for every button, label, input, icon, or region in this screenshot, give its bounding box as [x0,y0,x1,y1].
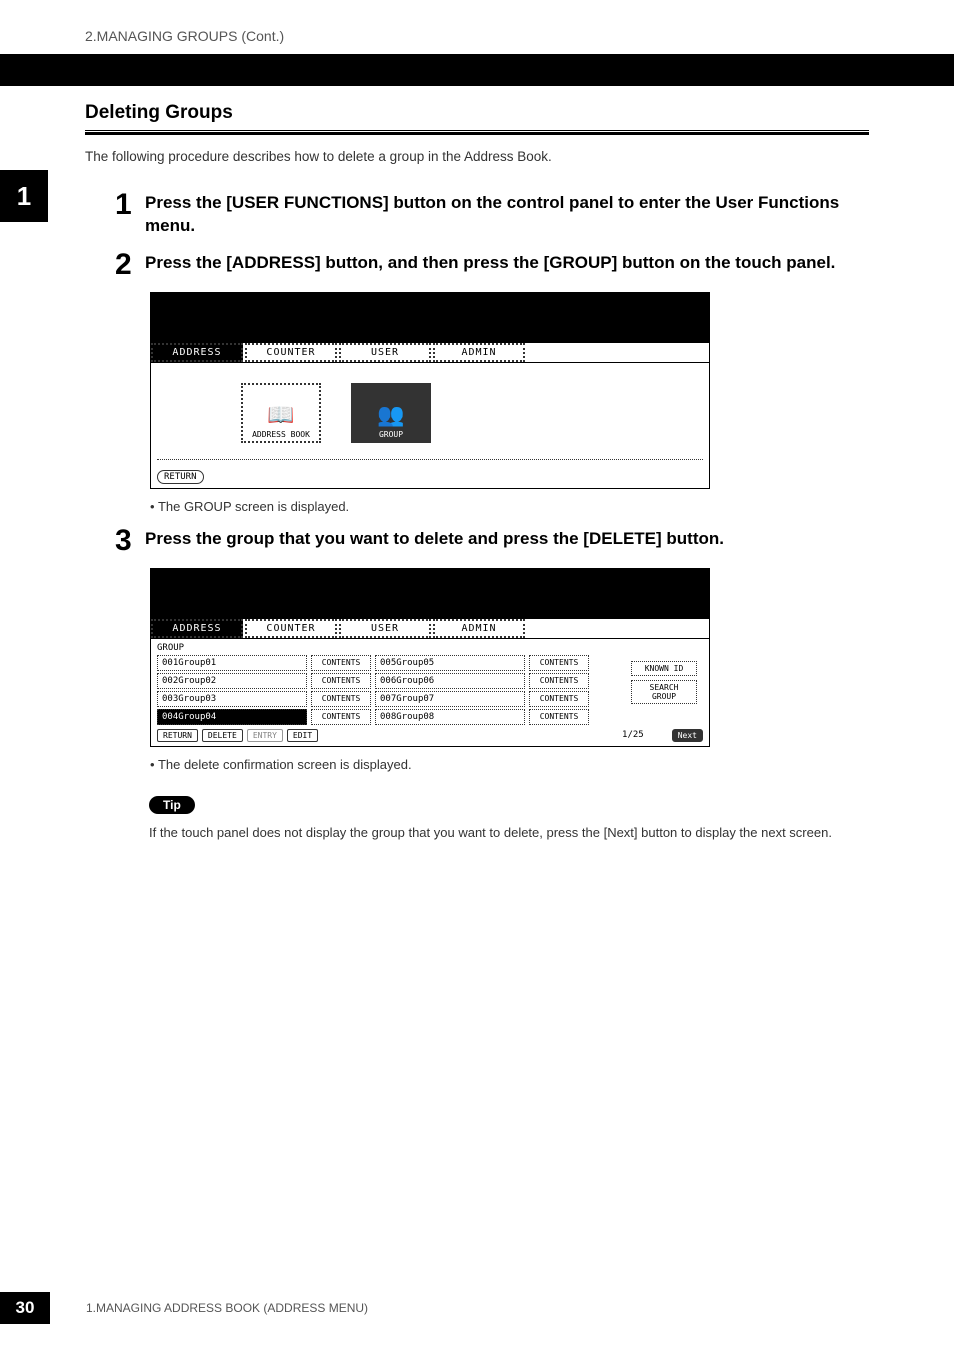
group-item-005[interactable]: 005Group05 [375,655,525,671]
contents-button[interactable]: CONTENTS [311,691,371,707]
known-id-button[interactable]: KNOWN ID [631,661,697,676]
section-title: Deleting Groups [85,102,869,124]
group-icon-button[interactable]: 👥 GROUP [351,383,431,443]
search-group-button[interactable]: SEARCH GROUP [631,680,697,704]
breadcrumb: 2.MANAGING GROUPS (Cont.) [85,28,869,44]
header-divider [0,54,954,86]
icon-label: ADDRESS BOOK [252,430,310,439]
page-indicator: 1/25 [622,730,644,740]
contents-button[interactable]: CONTENTS [311,673,371,689]
step-text: Press the [USER FUNCTIONS] button on the… [145,190,869,238]
step-number: 3 [115,526,135,556]
edit-button[interactable]: EDIT [287,729,318,742]
chapter-tab: 1 [0,170,48,222]
delete-button[interactable]: DELETE [202,729,243,742]
group-item-004-selected[interactable]: 004Group04 [157,709,307,725]
screenshot-header-black [151,293,709,343]
tab-address[interactable]: ADDRESS [151,619,243,638]
contents-button[interactable]: CONTENTS [529,691,589,707]
next-button[interactable]: Next [672,729,703,742]
tip-badge: Tip [149,796,195,814]
step-number: 1 [115,190,135,220]
group-item-003[interactable]: 003Group03 [157,691,307,707]
screenshot-address-group: ADDRESS COUNTER USER ADMIN 📖 ADDRESS BOO… [150,292,710,489]
step-2: 2 Press the [ADDRESS] button, and then p… [115,250,869,280]
screenshot-group-list: ADDRESS COUNTER USER ADMIN GROUP KNOWN I… [150,568,710,747]
contents-button[interactable]: CONTENTS [529,673,589,689]
contents-button[interactable]: CONTENTS [311,709,371,725]
page-number: 30 [0,1292,50,1324]
screenshot-header-black [151,569,709,619]
icon-label: GROUP [379,430,403,439]
contents-button[interactable]: CONTENTS [529,709,589,725]
step-3: 3 Press the group that you want to delet… [115,526,869,556]
group-item-008[interactable]: 008Group08 [375,709,525,725]
tab-counter[interactable]: COUNTER [245,343,337,362]
separator [157,459,703,460]
step-1: 1 Press the [USER FUNCTIONS] button on t… [115,190,869,238]
page-footer: 30 1.MANAGING ADDRESS BOOK (ADDRESS MENU… [0,1292,368,1324]
step-text: Press the [ADDRESS] button, and then pre… [145,250,835,275]
title-underline [85,130,869,135]
contents-button[interactable]: CONTENTS [529,655,589,671]
contents-button[interactable]: CONTENTS [311,655,371,671]
step-number: 2 [115,250,135,280]
tab-admin[interactable]: ADMIN [433,343,525,362]
intro-text: The following procedure describes how to… [85,149,869,164]
tip-text: If the touch panel does not display the … [149,824,869,842]
group-item-007[interactable]: 007Group07 [375,691,525,707]
group-icon: 👥 [377,403,404,428]
return-button[interactable]: RETURN [157,729,198,742]
step-text: Press the group that you want to delete … [145,526,724,551]
group-item-002[interactable]: 002Group02 [157,673,307,689]
tab-address[interactable]: ADDRESS [151,343,243,362]
group-item-001[interactable]: 001Group01 [157,655,307,671]
group-item-006[interactable]: 006Group06 [375,673,525,689]
tab-counter[interactable]: COUNTER [245,619,337,638]
tab-admin[interactable]: ADMIN [433,619,525,638]
entry-button[interactable]: ENTRY [247,729,283,742]
address-book-icon: 📖 [267,403,294,428]
note-delete-confirmation: The delete confirmation screen is displa… [150,757,869,772]
tab-user[interactable]: USER [339,619,431,638]
note-group-screen: The GROUP screen is displayed. [150,499,869,514]
return-button[interactable]: RETURN [157,470,204,484]
address-book-icon-button[interactable]: 📖 ADDRESS BOOK [241,383,321,443]
tab-user[interactable]: USER [339,343,431,362]
footer-text: 1.MANAGING ADDRESS BOOK (ADDRESS MENU) [86,1301,368,1315]
group-section-label: GROUP [157,643,709,653]
